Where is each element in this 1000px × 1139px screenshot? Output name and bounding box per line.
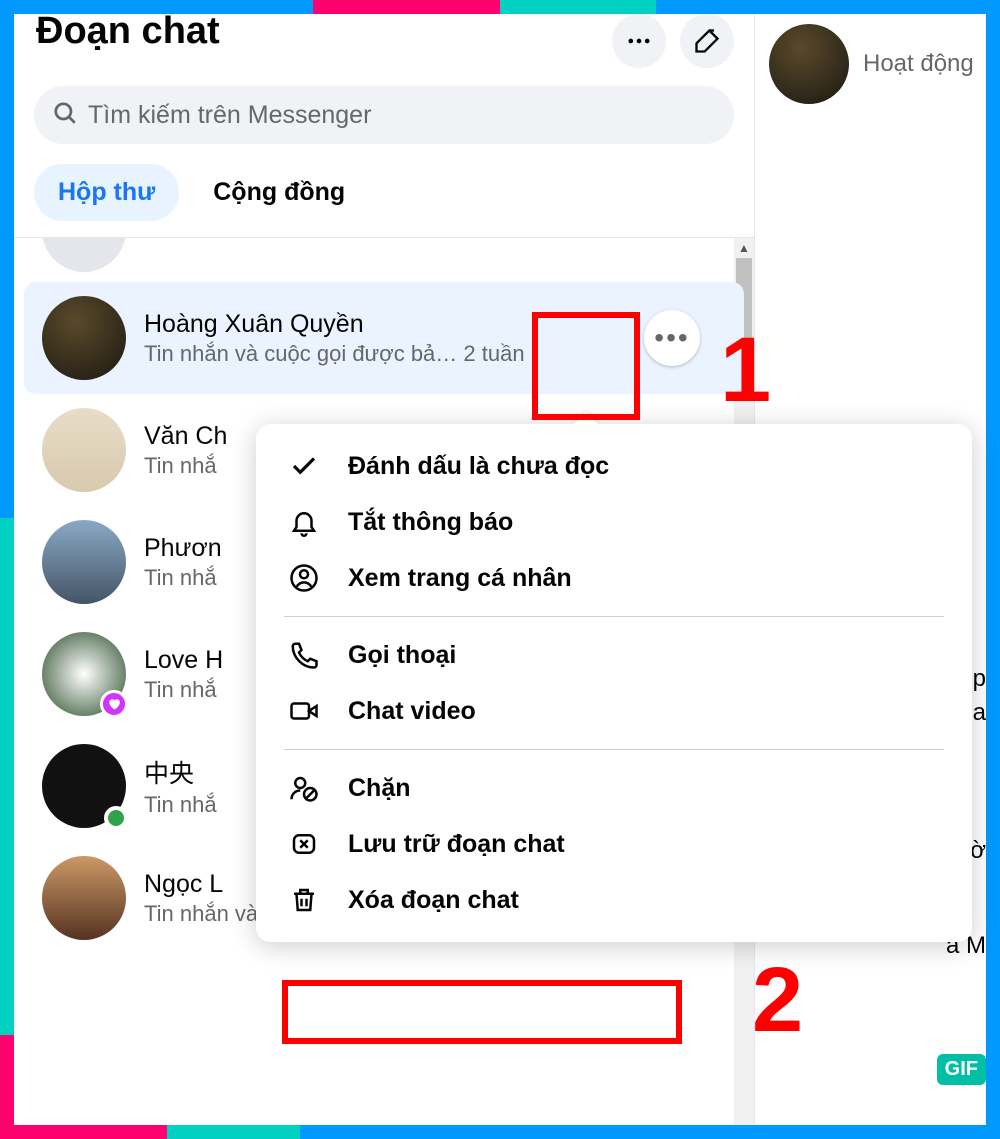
tab-inbox[interactable]: Hộp thư: [34, 164, 179, 221]
avatar: [769, 24, 849, 104]
menu-separator: [284, 616, 944, 617]
search-box[interactable]: [34, 86, 734, 144]
options-icon[interactable]: [612, 14, 666, 68]
menu-audio-call[interactable]: Gọi thoại: [266, 627, 962, 683]
reaction-badge-icon: [100, 690, 128, 718]
menu-label: Tắt thông báo: [348, 508, 513, 537]
text-fragment: pa: [973, 662, 986, 729]
menu-label: Lưu trữ đoạn chat: [348, 830, 565, 859]
menu-mark-unread[interactable]: Đánh dấu là chưa đọc: [266, 438, 962, 494]
gif-icon[interactable]: GIF: [937, 1054, 986, 1085]
chat-status: Hoạt động: [863, 50, 974, 78]
avatar: [42, 296, 126, 380]
tab-community[interactable]: Cộng đồng: [189, 164, 369, 221]
bell-icon: [284, 507, 324, 537]
menu-separator: [284, 749, 944, 750]
menu-block[interactable]: Chặn: [266, 760, 962, 816]
menu-video-chat[interactable]: Chat video: [266, 683, 962, 739]
conversation-name: Hoàng Xuân Quyền: [144, 310, 726, 339]
avatar: [42, 520, 126, 604]
menu-mute[interactable]: Tắt thông báo: [266, 494, 962, 550]
menu-label: Đánh dấu là chưa đọc: [348, 452, 609, 481]
menu-delete[interactable]: Xóa đoạn chat: [266, 872, 962, 928]
phone-icon: [284, 640, 324, 670]
profile-icon: [284, 563, 324, 593]
search-input[interactable]: [88, 101, 716, 130]
menu-label: Chat video: [348, 697, 476, 726]
avatar: [42, 408, 126, 492]
popup-caret-icon: [572, 412, 600, 426]
menu-label: Xem trang cá nhân: [348, 564, 572, 593]
block-icon: [284, 773, 324, 803]
video-icon: [284, 696, 324, 726]
chat-header[interactable]: Hoạt động: [769, 24, 986, 104]
scroll-up-icon[interactable]: ▲: [734, 238, 754, 258]
menu-label: Chặn: [348, 774, 411, 803]
compose-icon[interactable]: [680, 14, 734, 68]
search-icon: [52, 100, 78, 131]
avatar: [42, 856, 126, 940]
sidebar-header: Đoạn chat: [14, 14, 754, 78]
menu-archive[interactable]: Lưu trữ đoạn chat: [266, 816, 962, 872]
menu-label: Gọi thoại: [348, 641, 456, 670]
sidebar-title: Đoạn chat: [36, 10, 598, 53]
check-icon: [284, 451, 324, 481]
more-options-button[interactable]: •••: [644, 310, 700, 366]
sidebar-tabs: Hộp thư Cộng đồng: [14, 154, 754, 237]
online-status-icon: [104, 806, 128, 830]
context-menu: Đánh dấu là chưa đọc Tắt thông báo Xem t…: [256, 424, 972, 942]
archive-icon: [284, 829, 324, 859]
menu-view-profile[interactable]: Xem trang cá nhân: [266, 550, 962, 606]
conversation-preview: Tin nhắn và cuộc gọi được bả… 2 tuần: [144, 341, 726, 367]
ellipsis-icon: •••: [654, 322, 689, 354]
menu-label: Xóa đoạn chat: [348, 886, 519, 915]
conversation-item-selected[interactable]: Hoàng Xuân Quyền Tin nhắn và cuộc gọi đư…: [24, 282, 744, 394]
trash-icon: [284, 885, 324, 915]
